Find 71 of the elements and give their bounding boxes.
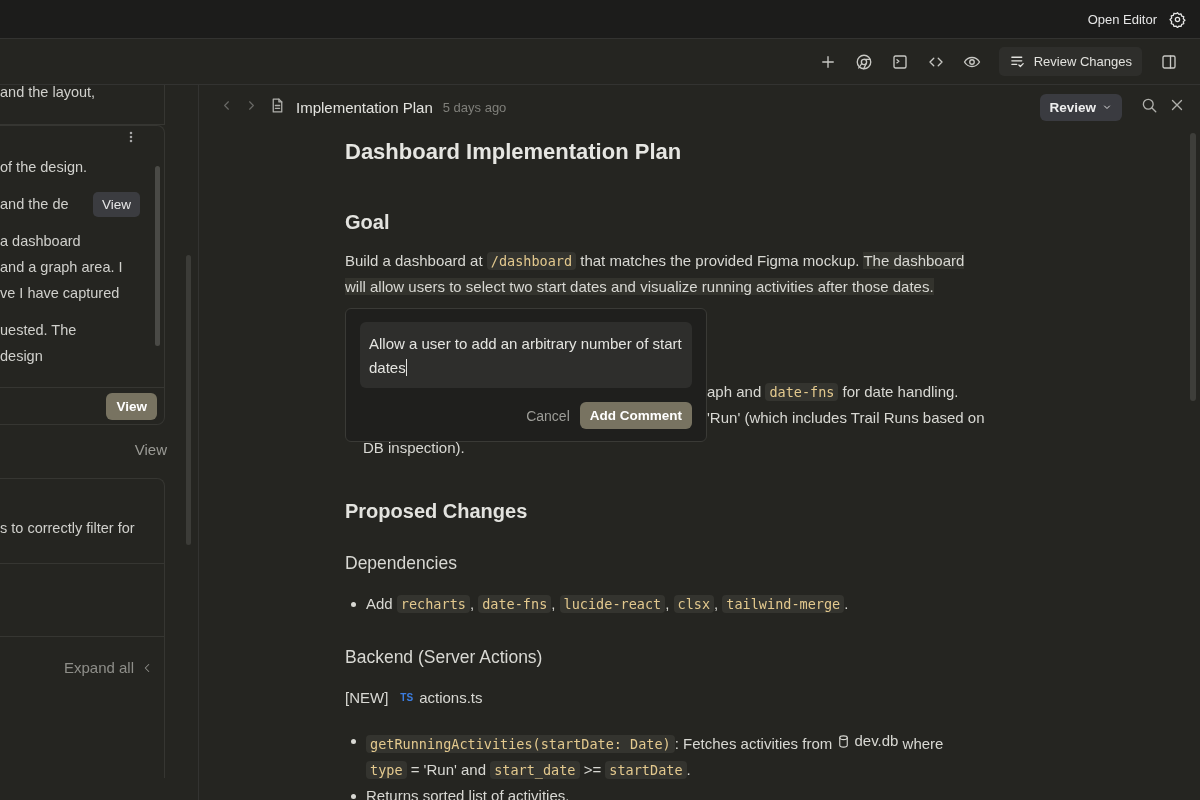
- step-text: and the de: [0, 195, 69, 214]
- bullet-dot: [351, 739, 356, 744]
- section-heading: Goal: [345, 211, 391, 234]
- cancel-button[interactable]: Cancel: [526, 407, 570, 424]
- subsection-heading: Dependencies: [345, 553, 458, 574]
- code-snippet: start_date: [490, 760, 580, 779]
- search-icon[interactable]: [1140, 96, 1158, 114]
- body-text: Add: [366, 595, 394, 612]
- step-text: and the layout,: [0, 85, 97, 102]
- body-text: ,: [714, 595, 720, 612]
- file-type-label: TS: [400, 691, 414, 705]
- review-changes-button[interactable]: Review Changes: [998, 47, 1142, 76]
- code-snippet: lucide-react: [559, 595, 666, 613]
- file-link[interactable]: actions.ts: [419, 685, 483, 711]
- code-snippet: tailwind-merge: [722, 595, 845, 613]
- view-button[interactable]: View: [92, 191, 140, 217]
- step-text: a dashboard: [0, 232, 82, 251]
- step-text: uested. The: [0, 321, 78, 340]
- code-snippet: startDate: [605, 760, 687, 779]
- file-link[interactable]: dev.db: [854, 728, 899, 754]
- scrollbar[interactable]: [1190, 133, 1196, 401]
- add-comment-button[interactable]: Add Comment: [579, 402, 692, 429]
- view-link[interactable]: View: [134, 441, 167, 458]
- body-text: ,: [469, 595, 476, 612]
- body-text: : Fetches activities from: [674, 734, 834, 752]
- body-text: .: [844, 595, 849, 612]
- step-text: of the design.: [0, 158, 89, 177]
- body-text: Returns sorted list of activities.: [366, 786, 570, 800]
- expand-all-link[interactable]: Expand all: [63, 659, 134, 676]
- document-title: Implementation Plan: [296, 98, 433, 116]
- body-text: ,: [551, 595, 557, 612]
- subsection-heading: Backend (Server Actions): [345, 647, 544, 668]
- sidebar-icon[interactable]: [1160, 52, 1178, 71]
- body-text: ,: [665, 595, 671, 612]
- body-text: 'Run' (which includes Trail Runs based on: [707, 409, 985, 426]
- timestamp: 5 days ago: [442, 99, 507, 115]
- step-text: ve I have captured: [0, 284, 121, 303]
- scrollbar[interactable]: [155, 166, 160, 346]
- body-text: where: [901, 734, 944, 752]
- highlighted-text: The dashboard: [863, 252, 965, 269]
- code-snippet: date-fns: [478, 595, 552, 613]
- browser-icon[interactable]: [854, 52, 873, 71]
- body-text: >=: [582, 760, 603, 778]
- bullet-dot: [351, 602, 356, 607]
- section-heading: Proposed Changes: [345, 500, 529, 523]
- code-snippet: date-fns: [765, 383, 839, 401]
- body-text: that matches the provided Figma mockup.: [579, 252, 861, 269]
- body-text: = 'Run' and: [409, 760, 488, 778]
- body-text: for date handling.: [841, 383, 959, 400]
- code-snippet: recharts: [396, 595, 470, 613]
- comment-field[interactable]: Allow a user to add an arbitrary number of start dates: [360, 322, 692, 388]
- code-snippet: type: [366, 760, 407, 779]
- review-dropdown[interactable]: Review: [1040, 93, 1122, 121]
- body-text: DB inspection).: [363, 439, 465, 456]
- code-snippet: getRunningActivities(startDate: Date): [366, 734, 675, 753]
- open-editor-link[interactable]: Open Editor: [1087, 11, 1157, 27]
- body-text: Build a dashboard at: [345, 252, 484, 269]
- step-text: design: [0, 347, 44, 366]
- body-text: aph and: [707, 383, 763, 400]
- document-heading: Dashboard Implementation Plan: [345, 139, 683, 165]
- code-snippet: clsx: [673, 595, 714, 613]
- view-button[interactable]: View: [106, 392, 157, 420]
- step-text: and a graph area. I: [0, 258, 124, 277]
- step-text: s to correctly filter for: [0, 519, 136, 538]
- terminal-icon[interactable]: [890, 52, 909, 71]
- code-snippet: /dashboard: [486, 252, 577, 270]
- bullet-dot: [351, 793, 356, 799]
- highlighted-text: will allow users to select two start dates and visualize running activities after those dates.: [345, 278, 934, 295]
- settings-icon[interactable]: [1169, 10, 1186, 28]
- body-text: .: [686, 760, 691, 778]
- change-tag: [NEW]: [345, 685, 389, 711]
